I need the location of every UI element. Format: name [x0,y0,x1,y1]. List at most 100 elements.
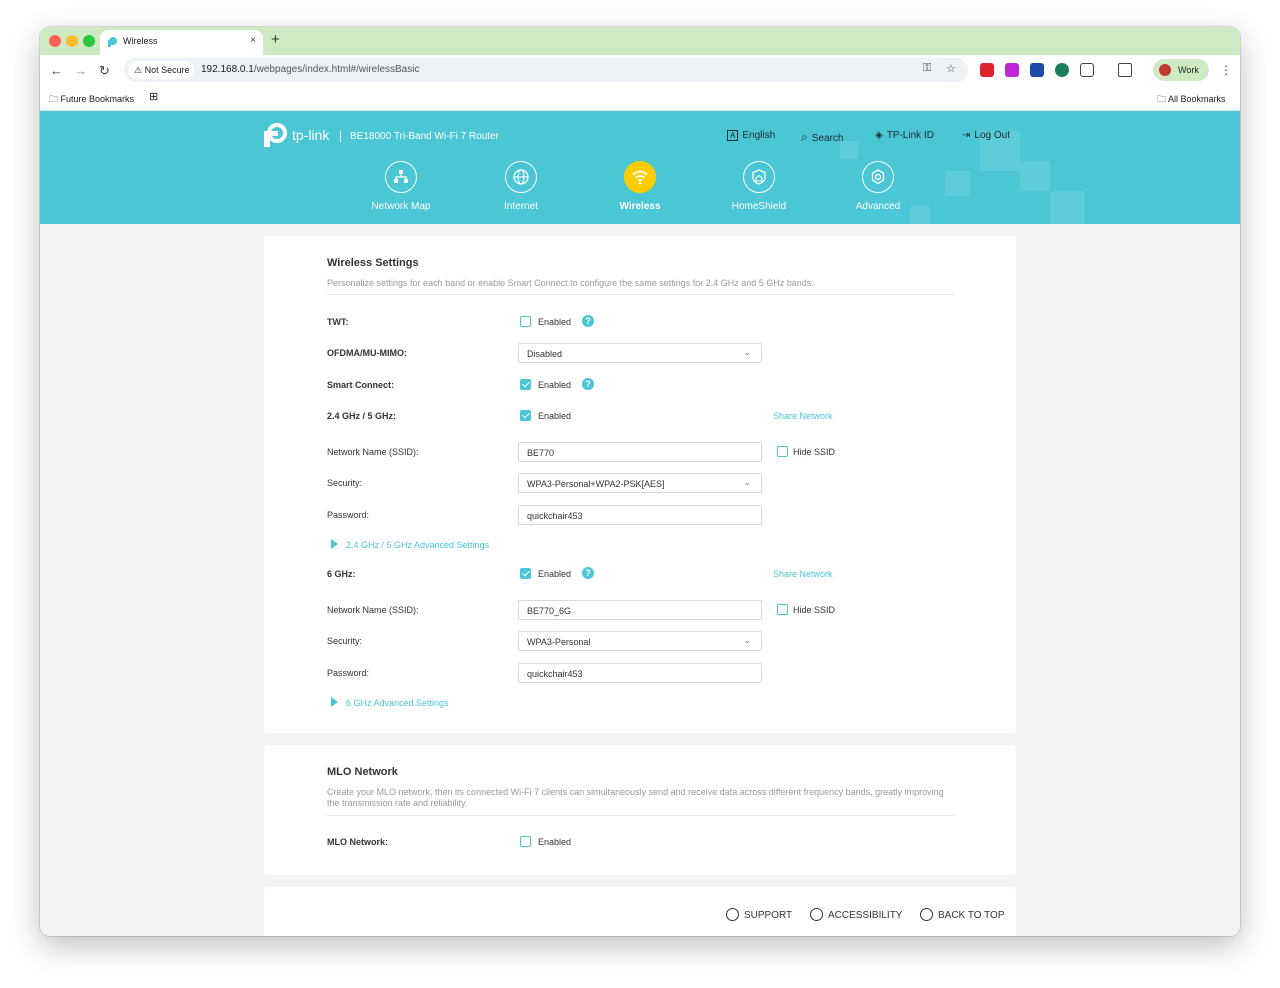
brand-name: tp-link [292,127,330,143]
extension-green-icon[interactable] [1055,63,1069,77]
zoom-window-button[interactable] [83,35,95,47]
band-24-5-checkbox[interactable] [520,410,531,421]
section-divider [327,294,954,295]
share-network-link-24[interactable]: Share Network [773,411,833,421]
search-link[interactable]: ⌕ Search [801,130,843,145]
ssid-value-6: BE770_6G [527,606,572,616]
twt-help-icon[interactable]: ? [582,315,594,327]
tplink-id-link[interactable]: ◈ TP-Link ID [875,130,934,141]
nav-internet[interactable]: Internet [476,161,566,212]
not-secure-chip[interactable]: ⚠ Not Secure [128,61,194,79]
ofdma-select[interactable]: Disabled ⌄ [518,343,762,363]
accessibility-icon [810,908,823,921]
hide-ssid-label-6: Hide SSID [793,605,836,615]
share-network-link-6[interactable]: Share Network [773,569,833,579]
accessibility-link[interactable]: ACCESSIBILITY [810,908,902,921]
hide-ssid-checkbox-24[interactable] [777,446,788,457]
browser-tab-wireless[interactable]: Wireless × [100,30,263,55]
password-value-6: quickchair453 [527,669,583,679]
profile-button[interactable]: Work [1153,59,1209,81]
security-label-6: Security: [327,636,363,646]
advanced-settings-6-toggle[interactable]: 6 GHz Advanced Settings [331,697,449,708]
close-window-button[interactable] [49,35,61,47]
back-to-top-link[interactable]: BACK TO TOP [920,908,1005,921]
extension-red-icon[interactable] [980,63,994,77]
hide-ssid-checkbox-6[interactable] [777,604,788,615]
smart-connect-checkbox[interactable] [520,379,531,390]
home-shield-icon [743,161,775,193]
nav-wireless[interactable]: Wireless [595,161,685,212]
network-map-icon [385,161,417,193]
bookmark-all-bookmarks[interactable]: 🗀 All Bookmarks [1157,92,1226,108]
logout-link[interactable]: ⇥ Log Out [962,130,1010,141]
extensions-puzzle-icon[interactable] [1080,63,1094,77]
ssid-input-24[interactable]: BE770 [518,442,762,462]
tab-search-icon[interactable] [1118,63,1132,77]
security-select-6[interactable]: WPA3-Personal ⌄ [518,631,762,651]
forward-icon[interactable]: → [74,63,87,78]
password-label-6: Password: [327,668,370,678]
security-label-24: Security: [327,478,363,488]
expand-triangle-icon [331,697,338,707]
chevron-down-icon: ⌄ [743,347,751,357]
bookmark-future-bookmarks[interactable]: 🗀 Future Bookmarks [49,92,134,108]
smart-connect-enabled-label: Enabled [538,380,572,390]
language-label: English [742,130,776,141]
url-host: 192.168.0.1 [201,64,254,75]
apps-grid-icon[interactable]: ⊞ [149,90,158,103]
chevron-down-icon: ⌄ [743,477,751,487]
extension-purple-icon[interactable] [1005,63,1019,77]
chevron-down-icon: ⌄ [743,635,751,645]
arrow-up-icon [920,908,933,921]
page-footer: SUPPORT ACCESSIBILITY BACK TO TOP [264,887,1016,936]
bookmark-label: All Bookmarks [1168,94,1226,104]
browser-toolbar: ← → ↻ ⚠ Not Secure 192.168.0.1/webpages/… [40,55,1240,87]
browser-menu-icon[interactable]: ⋮ [1220,63,1232,77]
browser-window: Wireless × + ← → ↻ ⚠ Not Secure 192.168.… [40,27,1240,936]
language-link[interactable]: A English [727,130,775,141]
new-tab-button[interactable]: + [271,31,280,48]
security-value-24: WPA3-Personal+WPA2-PSK[AES] [527,479,665,489]
hide-ssid-label-24: Hide SSID [793,447,836,457]
back-icon[interactable]: ← [50,63,63,78]
password-input-6[interactable]: quickchair453 [518,663,762,683]
bookmark-star-icon[interactable]: ☆ [946,62,956,75]
nav-label: Network Map [371,201,431,212]
advanced-settings-24-toggle[interactable]: 2.4 GHz / 5 GHz Advanced Settings [331,539,489,550]
bookmarks-bar: 🗀 Future Bookmarks ⊞ 🗀 All Bookmarks [40,87,1240,111]
tab-title: Wireless [123,36,158,46]
band-6-checkbox[interactable] [520,568,531,579]
nav-advanced[interactable]: Advanced [833,161,923,212]
password-label-24: Password: [327,510,370,520]
password-input-24[interactable]: quickchair453 [518,505,762,525]
ssid-label-6: Network Name (SSID): [327,605,419,615]
nav-network-map[interactable]: Network Map [356,161,446,212]
reload-icon[interactable]: ↻ [99,63,110,79]
twt-enabled-label: Enabled [538,317,572,327]
support-link[interactable]: SUPPORT [726,908,792,921]
ssid-value-24: BE770 [527,448,555,458]
tab-close-icon[interactable]: × [250,35,256,46]
nav-label: Internet [504,201,538,212]
advanced-settings-24-label: 2.4 GHz / 5 GHz Advanced Settings [346,540,490,550]
extension-blue-icon[interactable] [1030,63,1044,77]
security-select-24[interactable]: WPA3-Personal+WPA2-PSK[AES] ⌄ [518,473,762,493]
section-title: MLO Network [327,766,398,778]
smart-connect-help-icon[interactable]: ? [582,378,594,390]
band-6-help-icon[interactable]: ? [582,567,594,579]
address-bar[interactable]: ⚠ Not Secure 192.168.0.1/webpages/index.… [124,58,968,82]
band-24-5-enabled-label: Enabled [538,411,572,421]
mlo-network-checkbox[interactable] [520,836,531,847]
url-text[interactable]: 192.168.0.1/webpages/index.html#/wireles… [201,64,419,75]
twt-checkbox[interactable] [520,316,531,327]
nav-homeshield[interactable]: HomeShield [714,161,804,212]
mlo-network-card: MLO Network Create your MLO network, the… [264,745,1016,875]
bookmark-label: Future Bookmarks [60,94,135,104]
password-key-icon[interactable]: ⚿ [923,62,931,75]
router-header: tp-link BE18000 Tri-Band Wi-Fi 7 Router … [40,111,1240,224]
logout-icon: ⇥ [962,130,971,141]
url-path: /webpages/index.html#/wirelessBasic [253,64,420,75]
nav-label: HomeShield [731,201,787,212]
ssid-input-6[interactable]: BE770_6G [518,600,762,620]
minimize-window-button[interactable] [66,35,78,47]
